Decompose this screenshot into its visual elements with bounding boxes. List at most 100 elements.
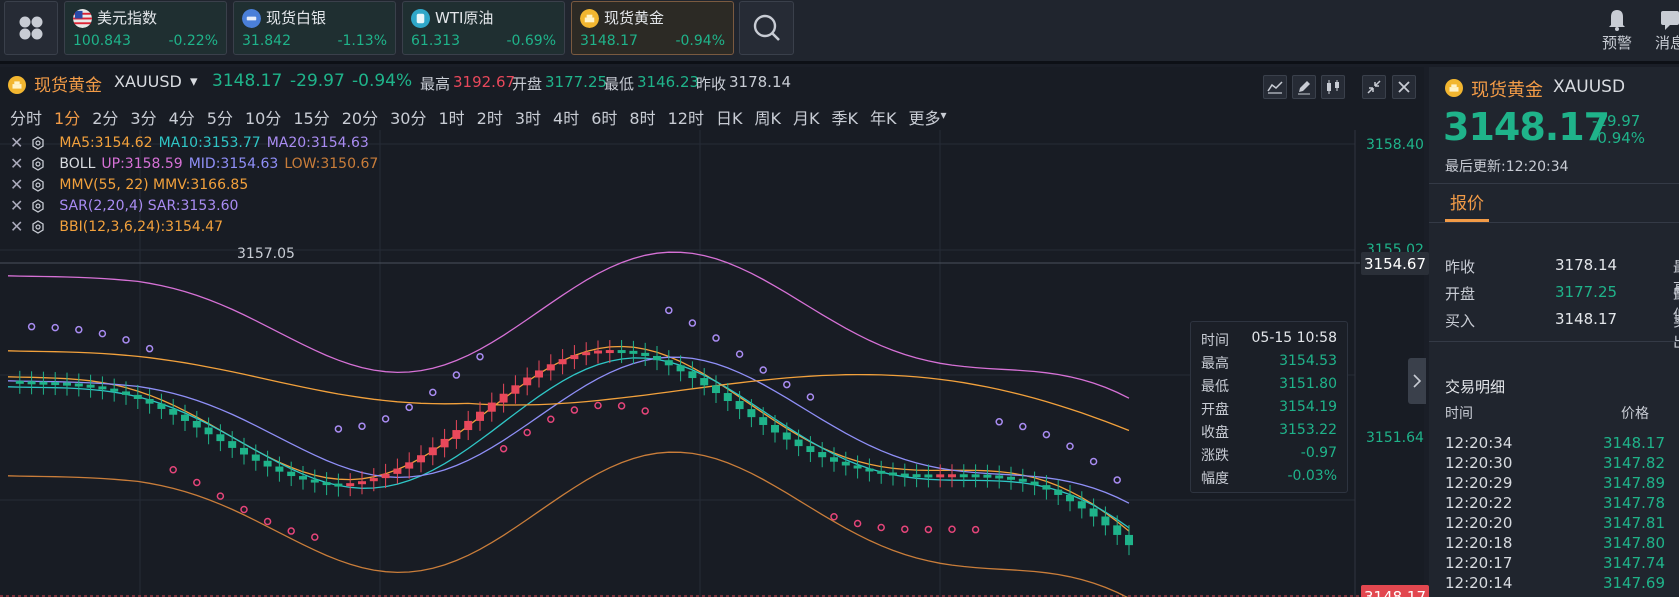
candle-body (1125, 534, 1133, 546)
tab-period[interactable]: 日K (716, 105, 743, 129)
sar-dot (405, 403, 413, 412)
message-icon (1661, 11, 1679, 30)
tab-period[interactable]: 季K (831, 105, 858, 129)
candle-body (664, 360, 673, 366)
expand-panel-button[interactable] (1408, 358, 1426, 404)
settings-icon[interactable] (31, 177, 45, 192)
sar-dot (1113, 476, 1121, 484)
tab-period[interactable]: 1时 (438, 105, 464, 129)
chevron-down-icon[interactable]: ▾ (190, 72, 198, 90)
remove-indicator-icon[interactable]: ✕ (10, 154, 23, 173)
trade-row: 12:20:30 3147.82 (1445, 454, 1665, 472)
remove-indicator-icon[interactable]: ✕ (10, 196, 23, 215)
silver-icon (242, 9, 261, 28)
indicator-value: MA20:3154.63 (266, 134, 369, 151)
quote-label: 开盘 (1445, 285, 1476, 303)
settings-icon[interactable] (31, 156, 45, 171)
tab-quote[interactable]: 报价 (1450, 189, 1484, 214)
tab-period[interactable]: 5分 (207, 105, 233, 129)
settings-icon[interactable] (31, 135, 45, 150)
mmv-line (7, 350, 1130, 432)
quote-value: 3178.14 (1555, 256, 1618, 274)
tab-period[interactable]: 分时 (10, 105, 42, 129)
candle-body (39, 381, 48, 385)
sar-dot (759, 366, 767, 374)
ticker-price: 61.313 (411, 33, 460, 49)
draw-line-button[interactable] (1263, 75, 1287, 99)
divider (1429, 183, 1679, 184)
candle-body (133, 394, 142, 399)
candle-body (570, 355, 579, 360)
candle-body (605, 350, 614, 354)
crosshair-price-tag: 3154.67 (1361, 252, 1429, 275)
sar-dot (476, 352, 484, 361)
candle-body (747, 409, 756, 418)
quote-value: 3177.25 (1555, 283, 1618, 301)
candle-body (334, 483, 343, 487)
collapse-button[interactable] (1362, 75, 1386, 99)
candle-body (157, 403, 166, 409)
tab-period[interactable]: 更多 (908, 105, 940, 129)
tab-period[interactable]: 4分 (169, 105, 195, 129)
tab-period[interactable]: 2分 (92, 105, 118, 129)
search-button[interactable] (739, 1, 794, 55)
message-button[interactable]: 消息 (1650, 6, 1679, 53)
instrument-symbol: XAUUSD (1553, 77, 1626, 97)
tab-period[interactable]: 4时 (553, 105, 579, 129)
remove-indicator-icon[interactable]: ✕ (10, 175, 23, 194)
sar-dot (75, 325, 83, 334)
candle-body (275, 466, 284, 472)
tab-period[interactable]: 20分 (342, 105, 378, 129)
chart-type-button[interactable] (1321, 75, 1345, 99)
tab-period[interactable]: 月K (793, 105, 820, 129)
alert-button[interactable]: 预警 (1597, 6, 1637, 53)
tab-period[interactable]: 3分 (130, 105, 156, 129)
candle-body (228, 441, 237, 448)
tab-period[interactable]: 12时 (668, 105, 704, 129)
period-tabs: 分时 1分 2分 3分 4分 5分 10分 15分 20分 30分 1时 2时 3时 4时 6时 8时 12时日… (10, 105, 947, 129)
candle-body (535, 370, 543, 378)
tab-period[interactable]: 10分 (245, 105, 281, 129)
tab-period[interactable]: 30分 (390, 105, 426, 129)
tab-period[interactable]: 6时 (591, 105, 617, 129)
price-chart[interactable]: ✕ MA5:3154.62 MA10:3153.77 MA20:3154.63 ✕ BOL… (0, 130, 1429, 597)
candle-body (1089, 508, 1098, 517)
quote-label: 买入 (1445, 312, 1476, 330)
chevron-down-icon[interactable]: ▾ (940, 108, 946, 129)
apps-menu-button[interactable] (4, 1, 58, 55)
tab-period[interactable]: 15分 (293, 105, 329, 129)
remove-indicator-icon[interactable]: ✕ (10, 217, 23, 236)
candle-body (1066, 494, 1074, 502)
tab-period[interactable]: 1分 (54, 105, 80, 129)
tab-period[interactable]: 3时 (515, 105, 541, 129)
candle-body (983, 474, 992, 478)
candle-body (971, 474, 980, 478)
ticker-spot-gold[interactable]: 现货黄金 3148.17 -0.94% (571, 1, 734, 55)
tab-period[interactable]: 周K (754, 105, 781, 129)
draw-pen-button[interactable] (1292, 75, 1316, 99)
ohlc-tooltip: 时间 05-15 10:58 最高 3154.53 最低 3151.80 开盘 315… (1190, 321, 1348, 493)
tooltip-row: 时间 05-15 10:58 (1201, 330, 1337, 350)
sar-dot (783, 380, 791, 389)
candle-body (452, 430, 461, 439)
tab-period[interactable]: 2时 (477, 105, 503, 129)
remove-indicator-icon[interactable]: ✕ (10, 133, 23, 152)
ticker-silver[interactable]: 现货白银 31.842 -1.13% (233, 1, 396, 55)
quote-label: 昨收 (1445, 258, 1476, 276)
close-button[interactable] (1392, 75, 1416, 99)
trade-time: 12:20:18 (1445, 534, 1513, 552)
tab-period[interactable]: 8时 (629, 105, 655, 129)
message-label: 消息 (1654, 34, 1679, 52)
tab-period[interactable]: 年K (870, 105, 897, 129)
candle-body (487, 402, 496, 412)
instrument-symbol[interactable]: XAUUSD (114, 72, 182, 91)
indicator-row: ✕ MMV(55, 22) MMV:3166.85 (10, 175, 254, 194)
sar-dot (523, 428, 531, 437)
ticker-usd-index[interactable]: 美元指数 100.843 -0.22% (64, 1, 227, 55)
settings-icon[interactable] (31, 219, 45, 234)
candle-body (853, 465, 862, 469)
candle-body (676, 365, 685, 372)
sar-dot (1066, 442, 1074, 451)
settings-icon[interactable] (31, 198, 45, 213)
ticker-wti-oil[interactable]: WTI原油 61.313 -0.69% (402, 1, 565, 55)
